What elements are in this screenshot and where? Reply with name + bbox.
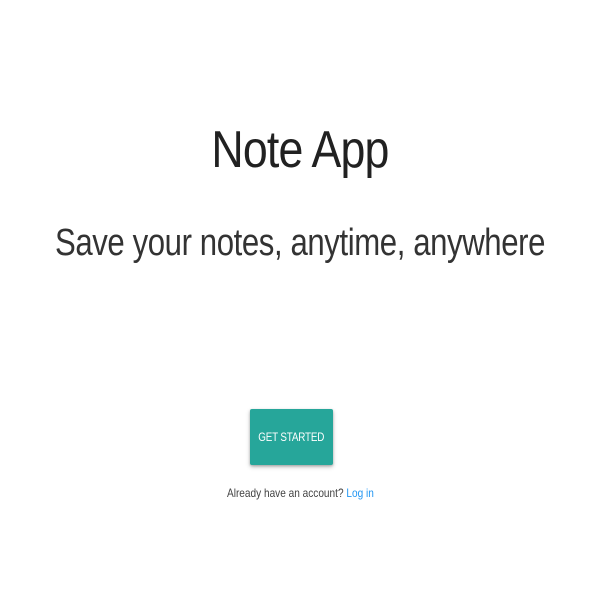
app-title: Note App	[211, 121, 389, 179]
app-tagline: Save your notes, anytime, anywhere	[54, 222, 546, 264]
login-link[interactable]: Log in	[346, 486, 373, 500]
login-prompt-text: Already have an account?	[226, 486, 344, 500]
get-started-button-label: GET STARTED	[258, 430, 325, 444]
login-prompt: Already have an account? Log in	[0, 486, 600, 500]
landing-page: Note App Save your notes, anytime, anywh…	[0, 0, 600, 600]
get-started-button[interactable]: GET STARTED	[250, 409, 333, 465]
